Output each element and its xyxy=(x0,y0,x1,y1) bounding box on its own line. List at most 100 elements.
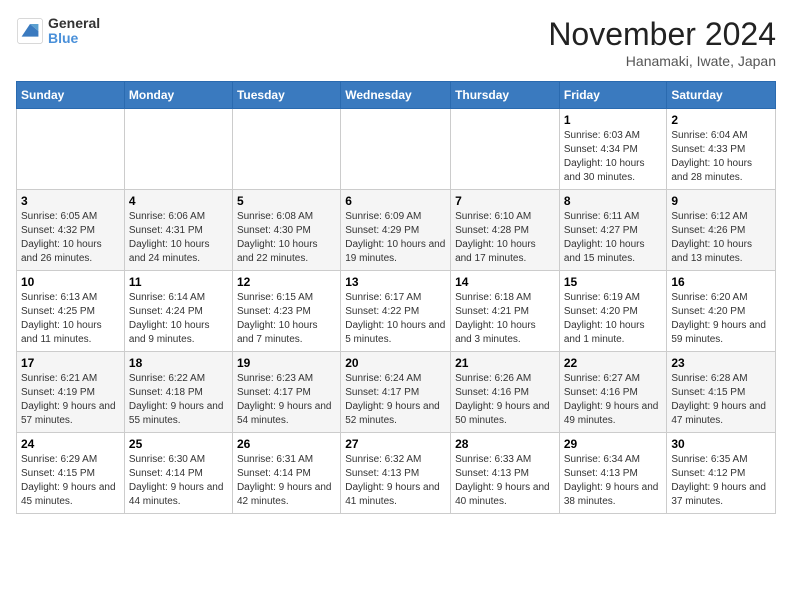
day-number: 20 xyxy=(345,356,446,370)
day-number: 27 xyxy=(345,437,446,451)
day-info: Sunrise: 6:26 AMSunset: 4:16 PMDaylight:… xyxy=(455,372,555,428)
calendar-week-1: 1 Sunrise: 6:03 AMSunset: 4:34 PMDayligh… xyxy=(17,109,776,190)
calendar-cell: 8 Sunrise: 6:11 AMSunset: 4:27 PMDayligh… xyxy=(559,190,667,271)
weekday-header-sunday: Sunday xyxy=(17,82,125,109)
calendar-cell: 6 Sunrise: 6:09 AMSunset: 4:29 PMDayligh… xyxy=(341,190,451,271)
calendar-cell: 11 Sunrise: 6:14 AMSunset: 4:24 PMDaylig… xyxy=(124,271,232,352)
day-info: Sunrise: 6:09 AMSunset: 4:29 PMDaylight:… xyxy=(345,210,446,266)
day-info: Sunrise: 6:27 AMSunset: 4:16 PMDaylight:… xyxy=(564,372,663,428)
day-number: 7 xyxy=(455,194,555,208)
calendar-cell xyxy=(124,109,232,190)
calendar-cell: 28 Sunrise: 6:33 AMSunset: 4:13 PMDaylig… xyxy=(451,433,560,514)
logo: General Blue xyxy=(16,16,100,47)
day-info: Sunrise: 6:33 AMSunset: 4:13 PMDaylight:… xyxy=(455,453,555,509)
calendar-cell: 23 Sunrise: 6:28 AMSunset: 4:15 PMDaylig… xyxy=(667,352,776,433)
day-info: Sunrise: 6:10 AMSunset: 4:28 PMDaylight:… xyxy=(455,210,555,266)
calendar-cell: 4 Sunrise: 6:06 AMSunset: 4:31 PMDayligh… xyxy=(124,190,232,271)
day-number: 14 xyxy=(455,275,555,289)
calendar-cell: 19 Sunrise: 6:23 AMSunset: 4:17 PMDaylig… xyxy=(232,352,340,433)
day-info: Sunrise: 6:14 AMSunset: 4:24 PMDaylight:… xyxy=(129,291,228,347)
calendar-cell: 10 Sunrise: 6:13 AMSunset: 4:25 PMDaylig… xyxy=(17,271,125,352)
day-number: 13 xyxy=(345,275,446,289)
day-info: Sunrise: 6:29 AMSunset: 4:15 PMDaylight:… xyxy=(21,453,120,509)
title-block: November 2024 Hanamaki, Iwate, Japan xyxy=(548,16,776,69)
day-info: Sunrise: 6:13 AMSunset: 4:25 PMDaylight:… xyxy=(21,291,120,347)
calendar-week-2: 3 Sunrise: 6:05 AMSunset: 4:32 PMDayligh… xyxy=(17,190,776,271)
day-info: Sunrise: 6:15 AMSunset: 4:23 PMDaylight:… xyxy=(237,291,336,347)
calendar-cell: 21 Sunrise: 6:26 AMSunset: 4:16 PMDaylig… xyxy=(451,352,560,433)
calendar-week-3: 10 Sunrise: 6:13 AMSunset: 4:25 PMDaylig… xyxy=(17,271,776,352)
day-info: Sunrise: 6:35 AMSunset: 4:12 PMDaylight:… xyxy=(671,453,771,509)
calendar-cell xyxy=(17,109,125,190)
logo-text: General Blue xyxy=(48,16,100,47)
calendar-cell: 29 Sunrise: 6:34 AMSunset: 4:13 PMDaylig… xyxy=(559,433,667,514)
weekday-header-thursday: Thursday xyxy=(451,82,560,109)
day-number: 21 xyxy=(455,356,555,370)
day-number: 4 xyxy=(129,194,228,208)
day-info: Sunrise: 6:03 AMSunset: 4:34 PMDaylight:… xyxy=(564,129,663,185)
weekday-header-wednesday: Wednesday xyxy=(341,82,451,109)
calendar-cell: 16 Sunrise: 6:20 AMSunset: 4:20 PMDaylig… xyxy=(667,271,776,352)
day-info: Sunrise: 6:32 AMSunset: 4:13 PMDaylight:… xyxy=(345,453,446,509)
day-number: 11 xyxy=(129,275,228,289)
calendar-cell: 3 Sunrise: 6:05 AMSunset: 4:32 PMDayligh… xyxy=(17,190,125,271)
calendar-cell: 15 Sunrise: 6:19 AMSunset: 4:20 PMDaylig… xyxy=(559,271,667,352)
day-info: Sunrise: 6:31 AMSunset: 4:14 PMDaylight:… xyxy=(237,453,336,509)
calendar-cell: 14 Sunrise: 6:18 AMSunset: 4:21 PMDaylig… xyxy=(451,271,560,352)
page-subtitle: Hanamaki, Iwate, Japan xyxy=(548,53,776,69)
day-info: Sunrise: 6:20 AMSunset: 4:20 PMDaylight:… xyxy=(671,291,771,347)
calendar-cell: 5 Sunrise: 6:08 AMSunset: 4:30 PMDayligh… xyxy=(232,190,340,271)
calendar-cell: 20 Sunrise: 6:24 AMSunset: 4:17 PMDaylig… xyxy=(341,352,451,433)
calendar-cell: 9 Sunrise: 6:12 AMSunset: 4:26 PMDayligh… xyxy=(667,190,776,271)
day-number: 2 xyxy=(671,113,771,127)
day-number: 15 xyxy=(564,275,663,289)
logo-line1: General xyxy=(48,16,100,31)
day-info: Sunrise: 6:12 AMSunset: 4:26 PMDaylight:… xyxy=(671,210,771,266)
calendar-cell: 13 Sunrise: 6:17 AMSunset: 4:22 PMDaylig… xyxy=(341,271,451,352)
weekday-header-friday: Friday xyxy=(559,82,667,109)
day-info: Sunrise: 6:30 AMSunset: 4:14 PMDaylight:… xyxy=(129,453,228,509)
day-info: Sunrise: 6:23 AMSunset: 4:17 PMDaylight:… xyxy=(237,372,336,428)
weekday-header-saturday: Saturday xyxy=(667,82,776,109)
weekday-header-row: SundayMondayTuesdayWednesdayThursdayFrid… xyxy=(17,82,776,109)
calendar-cell xyxy=(341,109,451,190)
day-number: 16 xyxy=(671,275,771,289)
day-number: 28 xyxy=(455,437,555,451)
calendar-cell: 12 Sunrise: 6:15 AMSunset: 4:23 PMDaylig… xyxy=(232,271,340,352)
day-number: 18 xyxy=(129,356,228,370)
day-number: 17 xyxy=(21,356,120,370)
day-number: 1 xyxy=(564,113,663,127)
weekday-header-monday: Monday xyxy=(124,82,232,109)
day-info: Sunrise: 6:17 AMSunset: 4:22 PMDaylight:… xyxy=(345,291,446,347)
day-number: 10 xyxy=(21,275,120,289)
day-info: Sunrise: 6:18 AMSunset: 4:21 PMDaylight:… xyxy=(455,291,555,347)
calendar-cell: 18 Sunrise: 6:22 AMSunset: 4:18 PMDaylig… xyxy=(124,352,232,433)
calendar-cell: 7 Sunrise: 6:10 AMSunset: 4:28 PMDayligh… xyxy=(451,190,560,271)
day-number: 30 xyxy=(671,437,771,451)
day-number: 6 xyxy=(345,194,446,208)
calendar-week-4: 17 Sunrise: 6:21 AMSunset: 4:19 PMDaylig… xyxy=(17,352,776,433)
calendar-cell xyxy=(232,109,340,190)
day-info: Sunrise: 6:28 AMSunset: 4:15 PMDaylight:… xyxy=(671,372,771,428)
day-info: Sunrise: 6:06 AMSunset: 4:31 PMDaylight:… xyxy=(129,210,228,266)
day-number: 24 xyxy=(21,437,120,451)
day-info: Sunrise: 6:08 AMSunset: 4:30 PMDaylight:… xyxy=(237,210,336,266)
day-info: Sunrise: 6:05 AMSunset: 4:32 PMDaylight:… xyxy=(21,210,120,266)
calendar-cell xyxy=(451,109,560,190)
calendar-cell: 22 Sunrise: 6:27 AMSunset: 4:16 PMDaylig… xyxy=(559,352,667,433)
calendar-table: SundayMondayTuesdayWednesdayThursdayFrid… xyxy=(16,81,776,514)
day-number: 22 xyxy=(564,356,663,370)
day-number: 9 xyxy=(671,194,771,208)
day-info: Sunrise: 6:19 AMSunset: 4:20 PMDaylight:… xyxy=(564,291,663,347)
day-number: 3 xyxy=(21,194,120,208)
day-number: 25 xyxy=(129,437,228,451)
calendar-cell: 25 Sunrise: 6:30 AMSunset: 4:14 PMDaylig… xyxy=(124,433,232,514)
calendar-cell: 2 Sunrise: 6:04 AMSunset: 4:33 PMDayligh… xyxy=(667,109,776,190)
calendar-cell: 30 Sunrise: 6:35 AMSunset: 4:12 PMDaylig… xyxy=(667,433,776,514)
day-info: Sunrise: 6:21 AMSunset: 4:19 PMDaylight:… xyxy=(21,372,120,428)
page-header: General Blue November 2024 Hanamaki, Iwa… xyxy=(16,16,776,69)
day-number: 5 xyxy=(237,194,336,208)
calendar-week-5: 24 Sunrise: 6:29 AMSunset: 4:15 PMDaylig… xyxy=(17,433,776,514)
day-info: Sunrise: 6:34 AMSunset: 4:13 PMDaylight:… xyxy=(564,453,663,509)
day-number: 29 xyxy=(564,437,663,451)
